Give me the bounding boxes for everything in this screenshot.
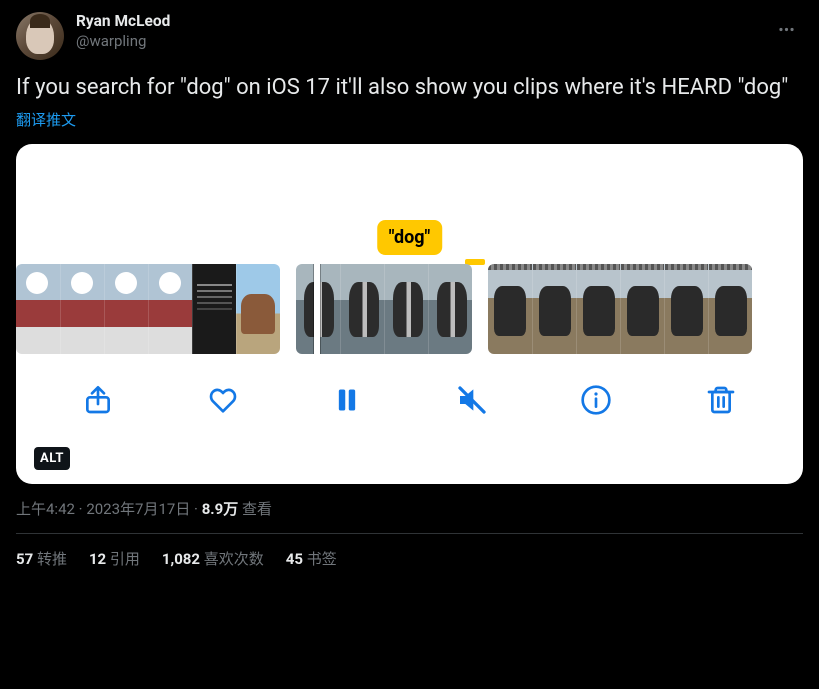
- info-button[interactable]: [566, 370, 626, 430]
- media-card[interactable]: "dog": [16, 144, 803, 484]
- timeline-frame: [104, 264, 148, 354]
- playhead[interactable]: [314, 264, 320, 354]
- timeline-frame: [620, 264, 664, 354]
- tweet-text: If you search for "dog" on iOS 17 it'll …: [16, 74, 803, 103]
- timeline-frame: [708, 264, 752, 354]
- timeline-frame: [576, 264, 620, 354]
- alt-badge[interactable]: ALT: [34, 447, 70, 470]
- views-count: 8.9万: [202, 500, 239, 518]
- share-icon: [82, 384, 114, 416]
- more-icon: [777, 20, 796, 39]
- mute-button[interactable]: [442, 370, 502, 430]
- quotes-stat[interactable]: 12 引用: [89, 548, 140, 569]
- timeline-frame: [148, 264, 192, 354]
- info-icon: [580, 384, 612, 416]
- user-handle: @warpling: [76, 32, 757, 51]
- like-button[interactable]: [193, 370, 253, 430]
- clip-group-2[interactable]: [296, 264, 472, 354]
- timeline-frame: [236, 264, 280, 354]
- video-timeline[interactable]: [16, 264, 803, 354]
- likes-stat[interactable]: 1,082 喜欢次数: [162, 548, 264, 569]
- user-block[interactable]: Ryan McLeod @warpling: [76, 12, 757, 51]
- delete-button[interactable]: [691, 370, 751, 430]
- tweet-meta: 上午4:42 · 2023年7月17日 · 8.9万 查看: [16, 498, 803, 534]
- media-top-area: "dog": [16, 144, 803, 264]
- timeline-frame: [428, 264, 472, 354]
- media-toolbar: [16, 354, 803, 446]
- timeline-frame: [192, 264, 236, 354]
- bookmarks-stat[interactable]: 45 书签: [286, 548, 337, 569]
- timeline-frame: [60, 264, 104, 354]
- timeline-frame: [16, 264, 60, 354]
- tweet-container: Ryan McLeod @warpling If you search for …: [0, 0, 819, 583]
- more-button[interactable]: [769, 12, 803, 46]
- timeline-frame: [384, 264, 428, 354]
- share-button[interactable]: [68, 370, 128, 430]
- heart-icon: [207, 384, 239, 416]
- views-label: 查看: [238, 500, 272, 518]
- clip-group-1[interactable]: [16, 264, 280, 354]
- tweet-date[interactable]: 2023年7月17日: [86, 500, 190, 518]
- display-name: Ryan McLeod: [76, 12, 757, 31]
- timeline-frame: [488, 264, 532, 354]
- tweet-stats: 57 转推 12 引用 1,082 喜欢次数 45 书签: [16, 534, 803, 583]
- recognized-word-chip: "dog": [377, 220, 443, 255]
- pause-button[interactable]: [317, 370, 377, 430]
- avatar[interactable]: [16, 12, 64, 60]
- timeline-frame: [532, 264, 576, 354]
- timeline-frame: [340, 264, 384, 354]
- trash-icon: [705, 384, 737, 416]
- timeline-frame: [664, 264, 708, 354]
- pause-icon: [333, 384, 361, 416]
- speaker-muted-icon: [456, 384, 488, 416]
- tweet-time[interactable]: 上午4:42: [16, 500, 75, 518]
- tweet-header: Ryan McLeod @warpling: [16, 12, 803, 60]
- clip-group-3[interactable]: [488, 264, 752, 354]
- translate-link[interactable]: 翻译推文: [16, 109, 76, 130]
- retweets-stat[interactable]: 57 转推: [16, 548, 67, 569]
